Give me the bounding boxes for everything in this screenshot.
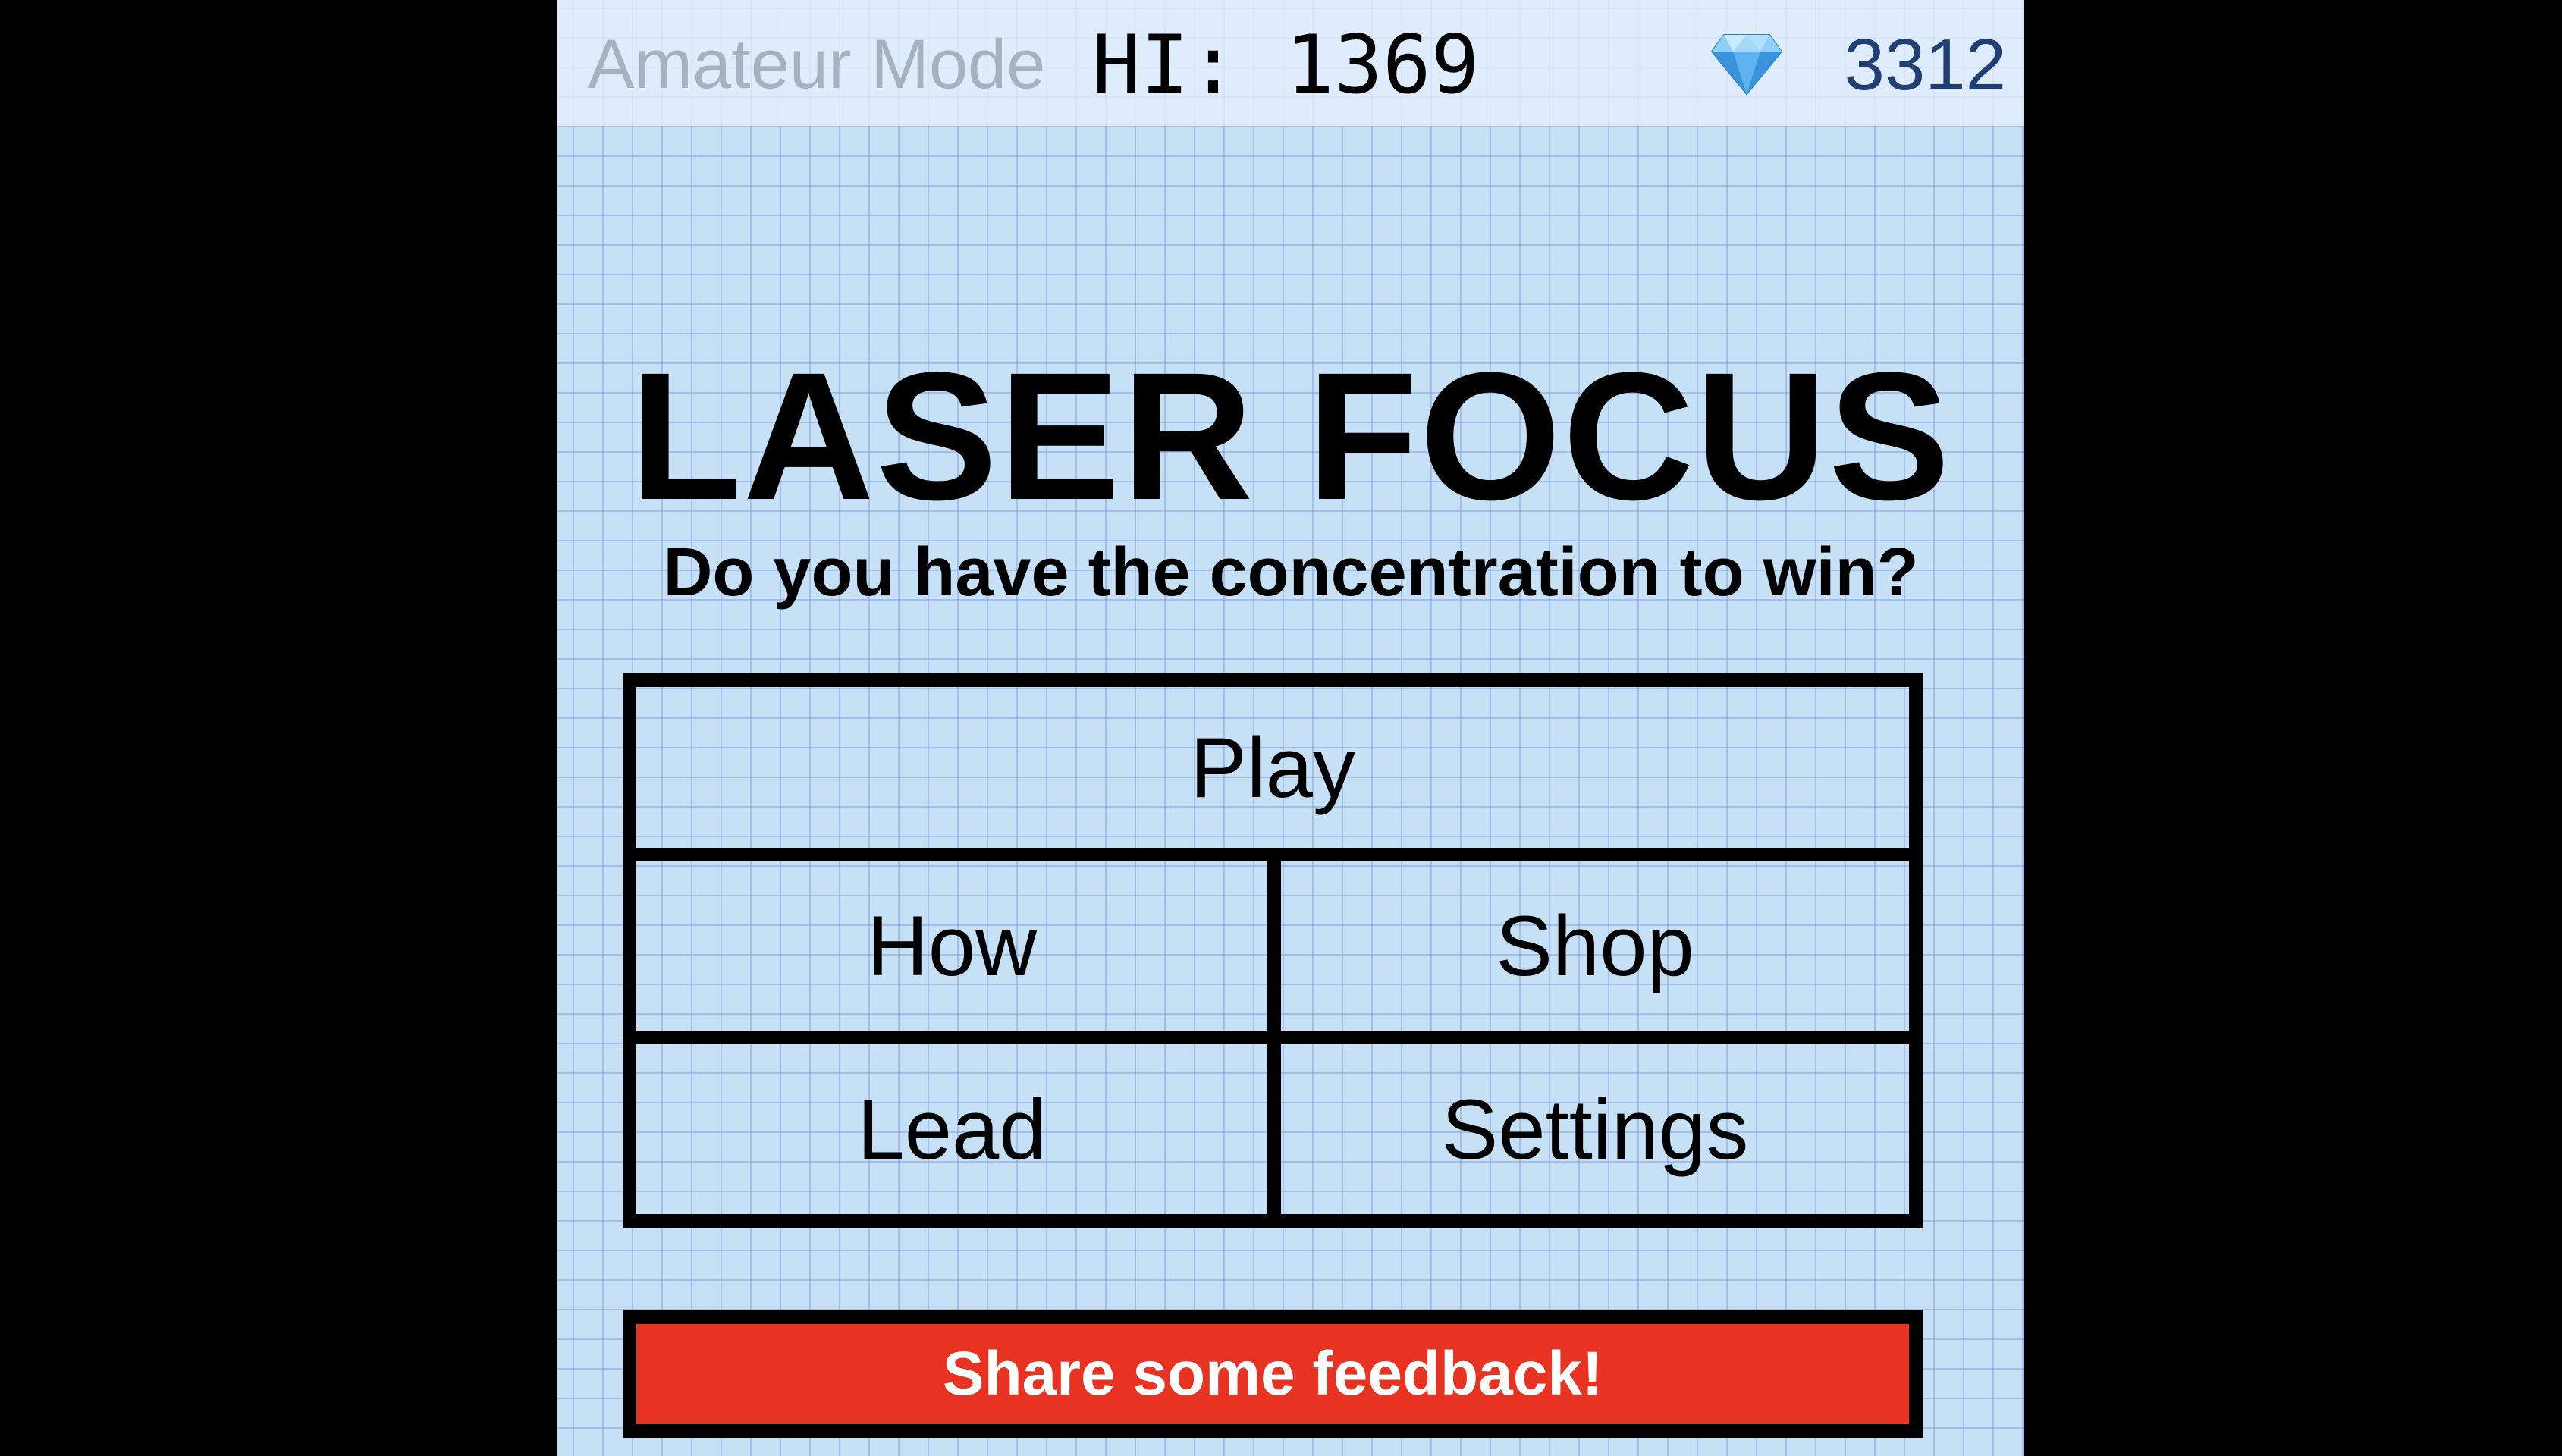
shop-button[interactable]: Shop xyxy=(1267,848,1923,1044)
top-status-bar: Amateur Mode HI: 1369 3312 xyxy=(557,0,2024,126)
play-button[interactable]: Play xyxy=(623,673,1923,861)
how-button[interactable]: How xyxy=(623,848,1281,1044)
leaderboard-button[interactable]: Lead xyxy=(623,1031,1281,1228)
diamond-icon xyxy=(1710,34,1783,96)
high-score: HI: 1369 xyxy=(1092,18,1480,111)
game-screen: Amateur Mode HI: 1369 3312 LASER FOCUS D… xyxy=(557,0,2024,1456)
game-title: LASER FOCUS xyxy=(630,334,1952,538)
settings-button[interactable]: Settings xyxy=(1267,1031,1923,1228)
mode-label[interactable]: Amateur Mode xyxy=(588,23,1045,106)
game-subtitle: Do you have the concentration to win? xyxy=(663,535,1919,610)
feedback-button[interactable]: Share some feedback! xyxy=(623,1310,1923,1438)
gem-count: 3312 xyxy=(1844,24,2006,105)
